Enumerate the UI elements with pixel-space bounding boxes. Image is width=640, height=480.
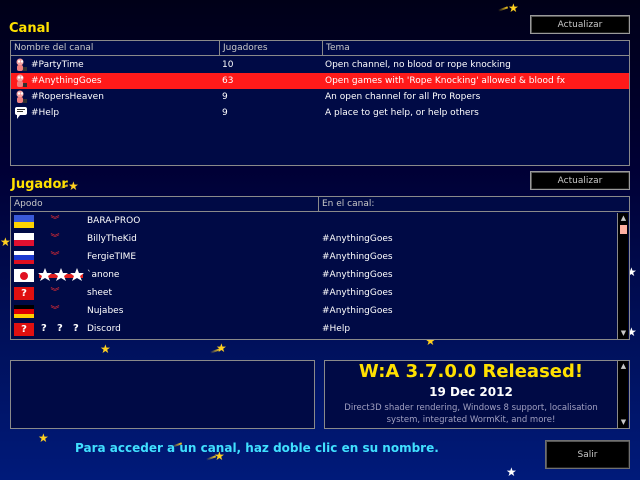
player-channel: #AnythingGoes <box>322 270 393 280</box>
player-row[interactable]: ? ? ? ? Discord #Help <box>11 321 617 337</box>
rank-chevron-icon: ︾ <box>50 216 60 226</box>
background-star-icon: ★ <box>100 342 111 356</box>
rank-chevron-icon: ︾ <box>50 234 60 244</box>
channel-players: 10 <box>222 60 234 70</box>
flag-poland-icon <box>14 233 34 246</box>
news-body-line-2: system, integrated WormKit, and more! <box>386 415 556 425</box>
channel-row[interactable]: #Help 9 A place to get help, or help oth… <box>11 105 629 121</box>
flag-unknown-icon: ? <box>14 287 34 300</box>
player-nickname: sheet <box>87 288 112 298</box>
news-date: 19 Dec 2012 <box>429 385 513 399</box>
worm-icon <box>16 90 27 103</box>
channels-title: Canal <box>9 21 50 36</box>
flag-japan-icon <box>14 269 34 282</box>
rank-chevron-icon: ︾ <box>50 306 60 316</box>
channel-row-selected[interactable]: #AnythingGoes 63 Open games with 'Rope K… <box>11 73 629 89</box>
player-row[interactable]: ︾ FergieTIME #AnythingGoes <box>11 249 617 265</box>
channel-topic: Open games with 'Rope Knocking' allowed … <box>325 76 566 86</box>
player-nickname: BillyTheKid <box>87 234 137 244</box>
flag-germany-icon <box>14 305 34 318</box>
scroll-up-arrow-icon[interactable]: ▲ <box>619 362 628 371</box>
background-star-icon: ★ <box>216 341 227 355</box>
player-row[interactable]: `anone #AnythingGoes <box>11 267 617 283</box>
refresh-players-button[interactable]: Actualizar <box>530 171 630 190</box>
channel-row[interactable]: #RopersHeaven 9 An open channel for all … <box>11 89 629 105</box>
news-body-line-1: Direct3D shader rendering, Windows 8 sup… <box>344 403 598 413</box>
refresh-channels-button[interactable]: Actualizar <box>530 15 630 34</box>
player-channel: #AnythingGoes <box>322 234 393 244</box>
flag-ukraine-icon <box>14 215 34 228</box>
column-header-nickname[interactable]: Apodo <box>11 197 319 212</box>
background-star-icon: ★ <box>508 1 519 15</box>
column-header-channel-name[interactable]: Nombre del canal <box>11 41 220 56</box>
scroll-down-arrow-icon[interactable]: ▼ <box>619 329 628 338</box>
exit-button[interactable]: Salir <box>545 440 630 469</box>
channel-topic: Open channel, no blood or rope knocking <box>325 60 511 70</box>
channel-row[interactable]: #PartyTime 10 Open channel, no blood or … <box>11 57 629 73</box>
player-nickname: FergieTIME <box>87 252 137 262</box>
player-row[interactable]: ︾ Nujabes #AnythingGoes <box>11 303 617 319</box>
worm-icon <box>16 74 27 87</box>
player-nickname: Discord <box>87 324 121 334</box>
channel-topic: An open channel for all Pro Ropers <box>325 92 481 102</box>
player-channel: #AnythingGoes <box>322 252 393 262</box>
player-list-scrollbar[interactable]: ▲ ▼ <box>617 213 628 339</box>
player-row[interactable]: ︾ BARA-PROO <box>11 213 617 229</box>
player-channel: #AnythingGoes <box>322 288 393 298</box>
player-list: Apodo En el canal: ︾ BARA-PROO ︾ BillyTh… <box>10 196 630 340</box>
channel-players: 9 <box>222 108 228 118</box>
player-channel: #Help <box>322 324 351 334</box>
background-star-icon: ★ <box>68 179 79 193</box>
rank-stars-icon <box>38 268 84 281</box>
players-title: Jugador <box>11 177 68 192</box>
player-row[interactable]: ︾ BillyTheKid #AnythingGoes <box>11 231 617 247</box>
rank-unknown-icon: ? <box>41 323 47 334</box>
background-star-icon: ★ <box>506 465 517 479</box>
channel-players: 9 <box>222 92 228 102</box>
scroll-down-arrow-icon[interactable]: ▼ <box>619 418 628 427</box>
instruction-hint: Para acceder a un canal, haz doble clic … <box>75 441 439 455</box>
rank-chevron-icon: ︾ <box>50 252 60 262</box>
speech-bubble-icon <box>15 107 27 119</box>
message-area[interactable] <box>10 360 315 429</box>
flag-unknown-icon: ? <box>14 323 34 336</box>
player-channel: #AnythingGoes <box>322 306 393 316</box>
flag-russia-icon <box>14 251 34 264</box>
rank-chevron-icon: ︾ <box>50 288 60 298</box>
news-title: W:A 3.7.0.0 Released! <box>358 361 584 382</box>
scrollbar-thumb[interactable] <box>620 225 627 234</box>
channel-name: #RopersHeaven <box>31 92 104 102</box>
scroll-up-arrow-icon[interactable]: ▲ <box>619 214 628 223</box>
player-nickname: `anone <box>87 270 120 280</box>
channel-topic: A place to get help, or help others <box>325 108 479 118</box>
column-header-players[interactable]: Jugadores <box>220 41 323 56</box>
rank-unknown-icon: ? <box>73 323 79 334</box>
player-nickname: BARA-PROO <box>87 216 141 226</box>
player-row[interactable]: ? ︾ sheet #AnythingGoes <box>11 285 617 301</box>
channel-name: #Help <box>31 108 60 118</box>
channel-list: Nombre del canal Jugadores Tema #PartyTi… <box>10 40 630 166</box>
channel-name: #AnythingGoes <box>31 76 102 86</box>
player-nickname: Nujabes <box>87 306 124 316</box>
column-header-topic[interactable]: Tema <box>323 41 629 56</box>
news-panel: W:A 3.7.0.0 Released! 19 Dec 2012 Direct… <box>324 360 630 429</box>
channel-name: #PartyTime <box>31 60 84 70</box>
news-scrollbar[interactable]: ▲ ▼ <box>617 361 628 428</box>
background-star-icon: ★ <box>38 431 49 445</box>
worm-icon <box>16 58 27 71</box>
channel-players: 63 <box>222 76 234 86</box>
rank-unknown-icon: ? <box>57 323 63 334</box>
background-star-streak <box>497 6 509 12</box>
column-header-channel[interactable]: En el canal: <box>319 197 629 212</box>
